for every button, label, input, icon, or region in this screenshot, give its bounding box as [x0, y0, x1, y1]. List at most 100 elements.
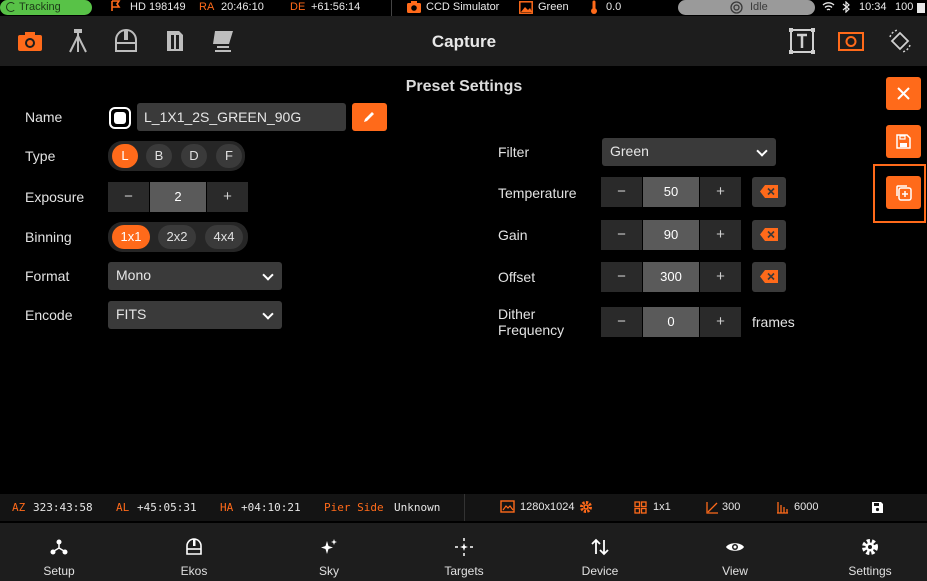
al-value: +45:05:31: [137, 501, 197, 514]
duplicate-preset-button[interactable]: [886, 176, 921, 209]
offset-decrement-button[interactable]: −: [601, 262, 642, 292]
binning-label: Binning: [25, 229, 72, 245]
binning-option-2x2[interactable]: 2x2: [158, 225, 196, 249]
dither-label-line2: Frequency: [498, 322, 565, 338]
backspace-icon: [760, 228, 778, 241]
temperature-decrement-button[interactable]: −: [601, 177, 642, 207]
nav-device-label: Device: [581, 564, 619, 578]
exposure-increment-button[interactable]: +: [207, 182, 248, 212]
save-icon[interactable]: [871, 501, 884, 514]
gain-decrement-button[interactable]: −: [601, 220, 642, 250]
nav-targets[interactable]: Targets: [398, 523, 530, 581]
text-frame-icon[interactable]: [788, 27, 816, 55]
gain-clear-button[interactable]: [752, 220, 786, 250]
al-label: AL: [116, 501, 130, 514]
dither-frequency-label: Dither Frequency: [498, 306, 564, 338]
filter-wheel-icon[interactable]: [161, 27, 189, 55]
temperature-increment-button[interactable]: +: [700, 177, 741, 207]
battery-icon: [917, 3, 925, 13]
gain-icon: [706, 502, 718, 514]
capture-camera-icon[interactable]: [16, 27, 44, 55]
type-option-b[interactable]: B: [146, 144, 172, 168]
format-dropdown[interactable]: Mono: [108, 262, 282, 290]
nav-sky[interactable]: Sky: [263, 523, 395, 581]
battery-level: 100: [895, 1, 914, 13]
exposure-label: Exposure: [25, 189, 85, 205]
de-label: DE: [290, 1, 306, 13]
filter-name: Green: [538, 1, 569, 13]
gain-increment-button[interactable]: +: [700, 220, 741, 250]
nav-view[interactable]: View: [669, 523, 801, 581]
device-state: Idle: [750, 1, 768, 13]
observatory-icon[interactable]: [112, 27, 140, 55]
camera-name: CCD Simulator: [426, 1, 500, 13]
type-label: Type: [25, 148, 56, 164]
preview-frame-icon[interactable]: [837, 27, 865, 55]
ra-label: RA: [199, 1, 215, 13]
offset-label: Offset: [498, 269, 536, 285]
nav-ekos[interactable]: Ekos: [128, 523, 260, 581]
exposure-decrement-button[interactable]: −: [108, 182, 149, 212]
save-icon: [896, 134, 911, 149]
format-value: Mono: [116, 267, 152, 283]
name-checkbox[interactable]: [109, 107, 131, 129]
offset-info-value: 6000: [794, 501, 819, 513]
nav-setup-label: Setup: [43, 564, 75, 578]
encode-dropdown[interactable]: FITS: [108, 301, 282, 329]
binning-option-1x1[interactable]: 1x1: [112, 225, 150, 249]
nav-settings[interactable]: Settings: [804, 523, 927, 581]
binning-option-4x4[interactable]: 4x4: [205, 225, 243, 249]
module-toolbar: Capture: [0, 16, 927, 66]
temperature-value[interactable]: 50: [643, 177, 699, 207]
filter-value: Green: [610, 143, 649, 159]
close-button[interactable]: [886, 77, 921, 110]
status-bar: Tracking HD 198149 RA 20:46:10 DE +61:56…: [0, 0, 927, 16]
info-divider: [464, 494, 465, 521]
pencil-icon: [364, 112, 374, 122]
mount-icon[interactable]: [64, 27, 92, 55]
nav-view-label: View: [722, 564, 748, 578]
nav-setup[interactable]: Setup: [0, 523, 125, 581]
flat-panel-icon[interactable]: [209, 27, 237, 55]
nav-sky-label: Sky: [318, 564, 339, 578]
info-bar: AZ 323:43:58 AL +45:05:31 HA +04:10:21 P…: [0, 494, 927, 521]
type-option-f[interactable]: F: [216, 144, 242, 168]
edit-name-button[interactable]: [352, 103, 387, 131]
rotate-frame-icon[interactable]: [886, 27, 914, 55]
temperature-clear-button[interactable]: [752, 177, 786, 207]
offset-clear-button[interactable]: [752, 262, 786, 292]
dither-decrement-button[interactable]: −: [601, 307, 642, 337]
gain-stepper: − 90 +: [601, 220, 742, 250]
gain-value[interactable]: 90: [643, 220, 699, 250]
encode-label: Encode: [25, 307, 73, 323]
nav-settings-label: Settings: [848, 564, 892, 578]
chevron-down-icon: [262, 308, 274, 320]
preset-name-field[interactable]: L_1X1_2S_GREEN_90G: [137, 103, 346, 131]
type-option-l[interactable]: L: [112, 144, 138, 168]
temperature-label: Temperature: [498, 185, 577, 201]
dither-value[interactable]: 0: [643, 307, 699, 337]
ekos-icon: [186, 538, 202, 555]
exposure-value[interactable]: 2: [150, 182, 206, 212]
name-label: Name: [25, 109, 63, 125]
filter-dropdown[interactable]: Green: [602, 138, 776, 166]
encode-value: FITS: [116, 306, 147, 322]
nav-targets-label: Targets: [444, 564, 484, 578]
chevron-down-icon: [756, 145, 768, 157]
dither-increment-button[interactable]: +: [700, 307, 741, 337]
offset-icon: [777, 502, 788, 514]
offset-increment-button[interactable]: +: [700, 262, 741, 292]
save-preset-button[interactable]: [886, 125, 921, 158]
binning-selector: 1x1 2x2 4x4: [108, 222, 248, 252]
backspace-icon: [760, 185, 778, 198]
flag-icon: [110, 0, 121, 17]
az-value: 323:43:58: [33, 501, 93, 514]
status-divider: [391, 0, 392, 16]
copy-add-icon: [896, 185, 912, 201]
gear-icon[interactable]: [579, 500, 593, 514]
type-option-d[interactable]: D: [181, 144, 207, 168]
dither-stepper: − 0 +: [601, 307, 742, 337]
offset-value[interactable]: 300: [643, 262, 699, 292]
nav-device[interactable]: Device: [534, 523, 666, 581]
setup-icon: [50, 539, 68, 555]
